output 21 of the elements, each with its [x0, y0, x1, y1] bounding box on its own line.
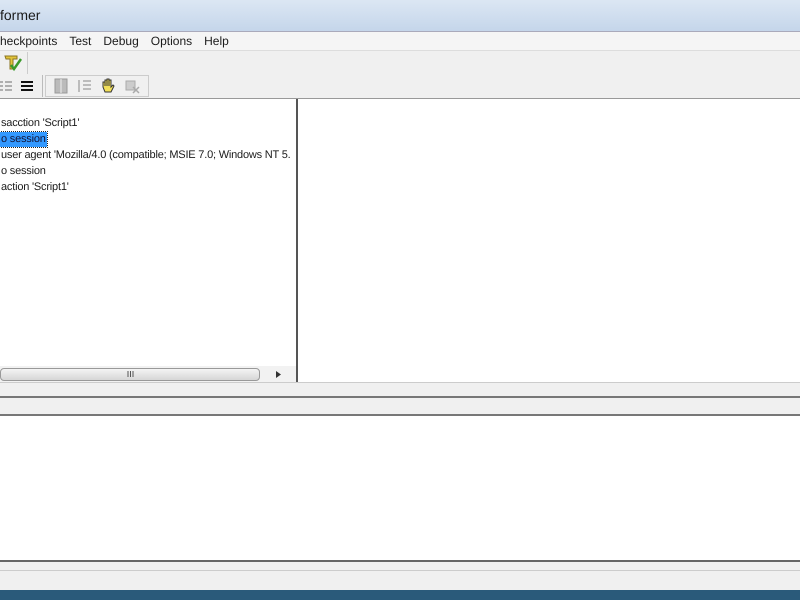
- column-icon[interactable]: [54, 78, 68, 94]
- tree-item[interactable]: o session: [0, 164, 47, 178]
- menu-item[interactable]: heckpoints: [0, 32, 64, 50]
- window-title: former: [0, 6, 40, 25]
- menu-item[interactable]: Test: [63, 32, 98, 50]
- menu-item[interactable]: Help: [198, 32, 235, 50]
- menu-item[interactable]: Debug: [97, 32, 145, 50]
- right-arrow-icon[interactable]: [276, 370, 280, 378]
- menu-item[interactable]: Options: [144, 32, 198, 50]
- grip-icon: [126, 371, 134, 377]
- check-t-icon[interactable]: [3, 54, 23, 72]
- tree-item[interactable]: o session: [0, 132, 47, 146]
- lines-icon[interactable]: [20, 79, 34, 93]
- tree-item[interactable]: user agent 'Mozilla/4.0 (compatible; MSIE 7.0; Windows NT 5.: [0, 148, 292, 162]
- list-icon[interactable]: [76, 78, 92, 94]
- tree-item[interactable]: sacction 'Script1': [0, 116, 80, 130]
- list-icon[interactable]: [0, 79, 12, 93]
- tree-item[interactable]: action 'Script1': [0, 180, 70, 194]
- scrollbar-thumb[interactable]: [0, 368, 260, 380]
- hand-icon[interactable]: [100, 77, 116, 95]
- horizontal-scrollbar[interactable]: [0, 366, 296, 382]
